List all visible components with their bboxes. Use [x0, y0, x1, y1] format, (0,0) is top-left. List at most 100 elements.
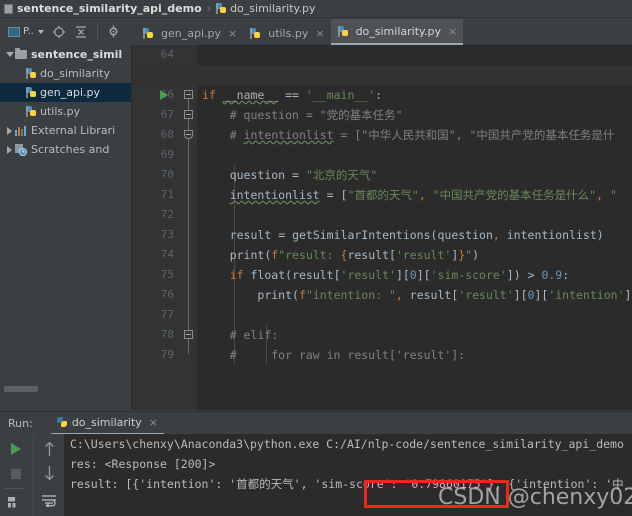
project-view-selector[interactable]: P..	[0, 19, 48, 44]
fold-toggle-icon[interactable]	[184, 130, 193, 139]
code-line-70: question = "北京的天气"	[229, 168, 378, 182]
tree-item-external-libraries[interactable]: External Librari	[0, 121, 131, 140]
locate-target-icon	[52, 25, 66, 38]
tree-item-label: Scratches and	[31, 143, 110, 156]
run-configuration-tab[interactable]: do_similarity ×	[50, 412, 165, 435]
code-text-area[interactable]: if __name__ == '__main__': # question = …	[132, 45, 632, 410]
run-tab-close-icon[interactable]: ×	[149, 417, 158, 428]
arrow-down-icon	[44, 466, 54, 481]
run-tab-label: do_similarity	[71, 415, 142, 429]
tree-item-label: External Librari	[31, 124, 116, 137]
line-number: 70	[160, 168, 174, 181]
tree-item-label: do_similarity	[40, 67, 110, 80]
layout-settings-button[interactable]	[3, 492, 29, 512]
soft-wrap-button[interactable]	[36, 490, 62, 510]
tree-item-utils[interactable]: utils.py	[0, 102, 131, 121]
tree-item-sentence-similarity[interactable]: sentence_simil	[0, 45, 131, 64]
fold-toggle-icon[interactable]	[184, 110, 193, 119]
stop-button[interactable]	[3, 464, 29, 484]
python-file-icon	[26, 87, 37, 98]
editor-tab-bar: gen_api.py × utils.py × do_similarity.py…	[136, 19, 632, 45]
folder-icon	[15, 48, 27, 59]
play-icon	[11, 443, 21, 455]
tab-close-icon[interactable]: ×	[448, 26, 457, 37]
code-line-75: if float(result['result'][0]['sim-score'…	[229, 268, 570, 282]
run-action-sidebar-right	[33, 434, 65, 516]
tab-gen_api-py[interactable]: gen_api.py ×	[136, 21, 243, 45]
toolbar-divider	[96, 23, 98, 40]
fold-toggle-icon[interactable]	[184, 330, 193, 339]
code-line-78: # elif:	[229, 328, 279, 342]
editor-fold-gutter[interactable]	[180, 45, 198, 410]
run-line-gutter-icon[interactable]	[160, 90, 168, 100]
project-select-icon	[8, 26, 20, 37]
line-number: 78	[160, 328, 174, 341]
expand-arrow-icon[interactable]	[4, 52, 15, 57]
pycharm-window: sentence_similarity_api_demo › do_simila…	[0, 0, 632, 516]
project-view-label: P..	[23, 26, 34, 37]
dropdown-caret-icon[interactable]	[37, 29, 44, 34]
tree-item-label: sentence_simil	[31, 48, 123, 61]
code-line-67: # question = "党的基本任务"	[229, 108, 403, 122]
breadcrumb: sentence_similarity_api_demo › do_simila…	[0, 0, 632, 18]
python-file-icon	[26, 68, 37, 79]
console-line: C:\Users\chenxy\Anaconda3\python.exe C:/…	[70, 437, 624, 451]
scroll-down-button[interactable]	[36, 463, 62, 483]
collapse-arrow-icon[interactable]	[4, 126, 15, 135]
tab-label: do_similarity.py	[355, 24, 441, 38]
code-line-79: # for raw in result['result']:	[229, 348, 466, 362]
python-file-icon	[26, 106, 37, 117]
python-file-icon	[250, 27, 261, 39]
rerun-button[interactable]	[3, 439, 29, 459]
tab-close-icon[interactable]: ×	[315, 28, 324, 39]
tab-utils-py[interactable]: utils.py ×	[243, 21, 330, 45]
line-number: 67	[160, 108, 174, 121]
line-number: 66	[160, 88, 174, 101]
tree-item-scratches-and-consoles[interactable]: Scratches and	[0, 140, 131, 159]
breadcrumb-project[interactable]: sentence_similarity_api_demo	[17, 2, 202, 15]
soft-wrap-icon	[42, 494, 56, 507]
scratches-clock-icon	[15, 144, 27, 156]
locate-target-button[interactable]	[48, 19, 70, 44]
collapse-all-icon	[75, 25, 86, 38]
tree-item-do_similarity[interactable]: do_similarity	[0, 64, 131, 83]
tree-item-label: gen_api.py	[40, 86, 100, 99]
python-file-icon	[337, 25, 349, 37]
line-number: 75	[160, 268, 174, 281]
code-editor[interactable]: 64 65 66 67 68 69 70 71 72 73 74 75 76 7…	[132, 45, 632, 410]
run-panel-label: Run:	[8, 416, 33, 430]
tab-close-icon[interactable]: ×	[228, 28, 237, 39]
line-number: 72	[160, 208, 174, 221]
project-icon	[4, 3, 13, 14]
tree-item-gen_api[interactable]: gen_api.py	[0, 83, 131, 102]
stop-icon	[11, 469, 21, 479]
tab-do_similarity-py[interactable]: do_similarity.py ×	[330, 19, 464, 45]
code-line-68: # intentionlist = ["中华人民共和国", "中国共产党的基本任…	[229, 128, 615, 142]
project-horizontal-scrollbar[interactable]	[4, 386, 38, 392]
gear-icon	[109, 25, 118, 38]
sidebar-divider	[4, 488, 24, 489]
run-action-sidebar-left	[0, 434, 33, 516]
line-number: 64	[160, 48, 174, 61]
library-icon	[15, 125, 27, 136]
line-number: 68	[160, 128, 174, 141]
line-number: 77	[160, 308, 174, 321]
console-output[interactable]: C:\Users\chenxy\Anaconda3\python.exe C:/…	[64, 434, 632, 516]
collapse-all-button[interactable]	[70, 19, 92, 44]
code-line-76: print(f"intention: ", result['result'][0…	[257, 288, 632, 302]
breadcrumb-file[interactable]: do_similarity.py	[230, 2, 315, 15]
code-line-66: if __name__ == '__main__':	[202, 88, 383, 102]
editor-gutter[interactable]: 64 65 66 67 68 69 70 71 72 73 74 75 76 7…	[132, 45, 180, 410]
layout-icon	[8, 496, 16, 507]
scroll-up-button[interactable]	[36, 439, 62, 459]
fold-toggle-icon[interactable]	[184, 90, 193, 99]
python-file-icon	[143, 27, 154, 39]
code-line-71: intentionlist = ["首都的天气", "中国共产党的基本任务是什么…	[229, 188, 617, 202]
line-number: 71	[160, 188, 174, 201]
collapse-arrow-icon[interactable]	[4, 145, 15, 154]
line-number: 69	[160, 148, 174, 161]
settings-button[interactable]	[103, 19, 124, 44]
